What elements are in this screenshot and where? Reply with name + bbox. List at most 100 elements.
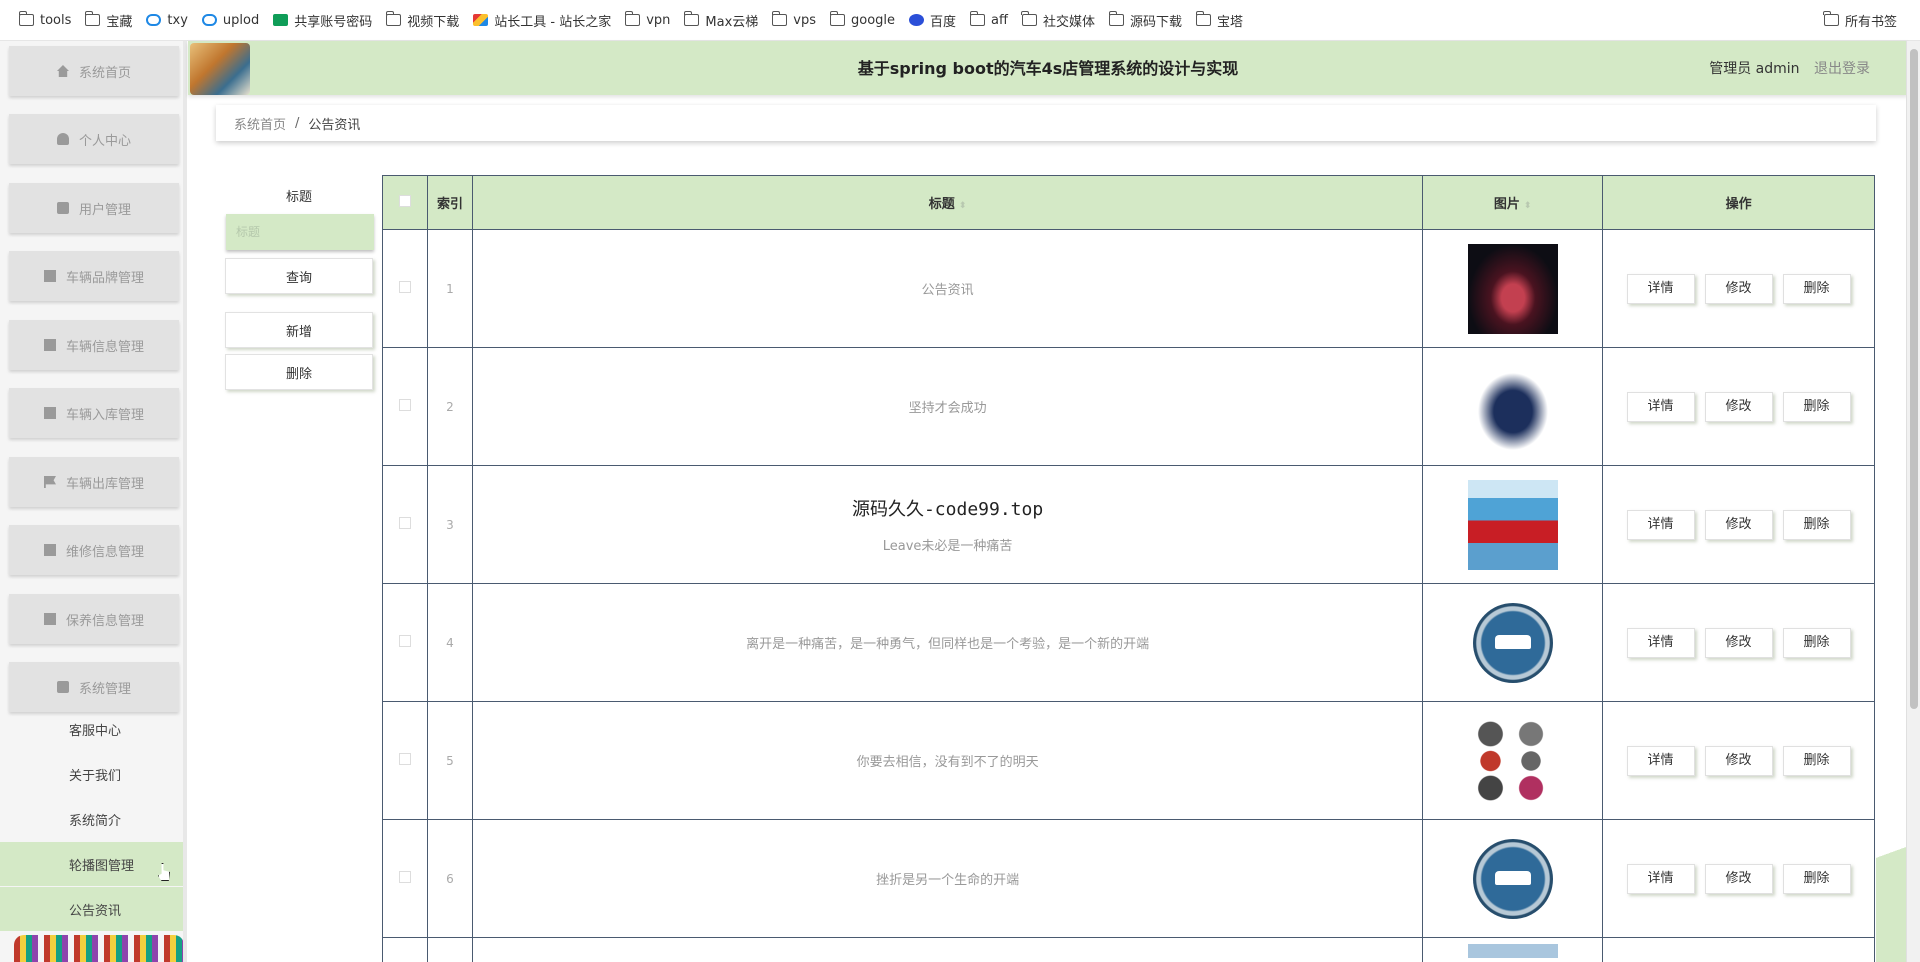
sidebar: 系统首页 个人中心 用户管理 车辆品牌管理 车辆信息管理 车辆入库管理 车辆出库… — [0, 41, 187, 962]
row-checkbox[interactable] — [398, 634, 411, 647]
bookmark-source-download[interactable]: 源码下载 — [1102, 6, 1189, 34]
bookmark-vps[interactable]: vps — [765, 6, 823, 34]
table-row: 1 公告资讯 详情 修改 删除 — [382, 229, 1875, 348]
detail-button[interactable]: 详情 — [1626, 273, 1695, 304]
detail-button[interactable]: 详情 — [1626, 863, 1695, 894]
delete-button[interactable]: 删除 — [1782, 509, 1851, 540]
bookmark-uplod[interactable]: uplod — [195, 6, 266, 34]
row-checkbox[interactable] — [398, 870, 411, 883]
add-button[interactable]: 新增 — [225, 312, 373, 348]
submenu-news[interactable]: 公告资讯 — [0, 887, 186, 931]
sidebar-scrollbar[interactable] — [183, 41, 187, 962]
table-header-row: 索引 标题 ⬍ 图片 ⬍ 操作 — [382, 175, 1875, 230]
bookmark-shared-accounts[interactable]: 共享账号密码 — [266, 6, 379, 34]
row-index: 1 — [426, 229, 473, 348]
news-table: 索引 标题 ⬍ 图片 ⬍ 操作 1 公告资讯 详情 修改 删除 2 坚持才会成功 详情修… — [382, 175, 1875, 962]
row-checkbox[interactable] — [398, 516, 411, 529]
folder-icon — [771, 11, 788, 26]
row-checkbox[interactable] — [398, 398, 411, 411]
header-image[interactable]: 图片 ⬍ — [1422, 175, 1604, 230]
clipboard-icon — [56, 202, 69, 214]
row-checkbox-cell — [382, 583, 428, 702]
edit-button[interactable]: 修改 — [1704, 745, 1773, 776]
menu-system[interactable]: 系统管理 — [9, 662, 179, 712]
bookmark-social-media[interactable]: 社交媒体 — [1015, 6, 1102, 34]
query-button[interactable]: 查询 — [225, 258, 373, 294]
bookmark-vpn[interactable]: vpn — [618, 6, 677, 34]
menu-stock-out[interactable]: 车辆出库管理 — [9, 457, 179, 507]
submenu-customer-service[interactable]: 客服中心 — [0, 707, 186, 751]
page-decoration — [1876, 796, 1906, 962]
detail-button[interactable]: 详情 — [1626, 745, 1695, 776]
delete-button[interactable]: 删除 — [1782, 745, 1851, 776]
delete-button[interactable]: 删除 — [1782, 627, 1851, 658]
bookmark-google[interactable]: google — [823, 6, 902, 34]
edit-button[interactable]: 修改 — [1704, 863, 1773, 894]
menu-users[interactable]: 用户管理 — [9, 183, 179, 233]
edit-button[interactable]: 修改 — [1704, 509, 1773, 540]
submenu-about-us[interactable]: 关于我们 — [0, 752, 186, 796]
submenu-system-intro[interactable]: 系统简介 — [0, 797, 186, 841]
sort-icon[interactable]: ⬍ — [1524, 201, 1532, 211]
bookmark-video-download[interactable]: 视频下载 — [379, 6, 466, 34]
row-image-cell — [1422, 819, 1604, 938]
grid-icon — [43, 270, 56, 282]
delete-button[interactable]: 删除 — [1782, 273, 1851, 304]
page-scrollbar[interactable] — [1906, 41, 1920, 962]
detail-button[interactable]: 详情 — [1626, 509, 1695, 540]
bookmark-max[interactable]: Max云梯 — [677, 6, 765, 34]
bookmark-aff[interactable]: aff — [963, 6, 1015, 34]
menu-brands[interactable]: 车辆品牌管理 — [9, 251, 179, 301]
menu-vehicles[interactable]: 车辆信息管理 — [9, 320, 179, 370]
row-title-cell: 源码久久-code99.top Leave未必是一种痛苦 — [471, 465, 1424, 584]
header-title[interactable]: 标题 ⬍ — [471, 175, 1424, 230]
bookmark-treasure[interactable]: 宝藏 — [78, 6, 139, 34]
menu-repair[interactable]: 维修信息管理 — [9, 525, 179, 575]
edit-button[interactable]: 修改 — [1704, 273, 1773, 304]
folder-icon — [1823, 11, 1839, 26]
delete-button[interactable]: 删除 — [1782, 863, 1851, 894]
title-search-input[interactable] — [226, 214, 374, 250]
folder-icon — [1021, 11, 1037, 26]
detail-button[interactable]: 详情 — [1626, 627, 1695, 658]
car-icon-image — [1472, 602, 1553, 683]
row-checkbox[interactable] — [398, 280, 411, 293]
car-collection-image — [1467, 715, 1558, 806]
row-index: 5 — [426, 701, 473, 820]
menu-profile[interactable]: 个人中心 — [9, 114, 179, 164]
sheet-icon — [273, 14, 289, 26]
scrollbar-thumb[interactable] — [1910, 49, 1918, 709]
user-icon — [56, 133, 69, 145]
all-bookmarks[interactable]: 所有书签 — [1817, 6, 1904, 34]
app-title: 基于spring boot的汽车4s店管理系统的设计与实现 — [857, 59, 1239, 78]
delete-button[interactable]: 删除 — [1782, 391, 1851, 422]
cloud-icon — [146, 14, 162, 26]
watermark-text: 源码久久-code99.top — [851, 499, 1044, 520]
row-ops: 详情 修改 删除 — [1602, 229, 1875, 348]
dark-sports-car-image — [1467, 243, 1558, 334]
grid-icon — [43, 544, 56, 556]
row-image-cell — [1422, 583, 1604, 702]
menu-stock-in[interactable]: 车辆入库管理 — [9, 388, 179, 438]
car-icon-image — [1472, 838, 1553, 919]
logout-link[interactable]: 退出登录 — [1814, 61, 1870, 77]
bookmark-baota[interactable]: 宝塔 — [1189, 6, 1250, 34]
folder-icon — [969, 11, 986, 26]
edit-button[interactable]: 修改 — [1704, 627, 1773, 658]
submenu-carousel[interactable]: 轮播图管理 — [0, 842, 186, 886]
bookmark-baidu[interactable]: 百度 — [902, 6, 963, 34]
edit-button[interactable]: 修改 — [1704, 391, 1773, 422]
row-index: 6 — [426, 819, 473, 938]
row-checkbox[interactable] — [398, 752, 411, 765]
menu-maintenance[interactable]: 保养信息管理 — [9, 594, 179, 644]
detail-button[interactable]: 详情 — [1626, 391, 1695, 422]
menu-home[interactable]: 系统首页 — [9, 46, 179, 96]
row-image-cell — [1422, 701, 1604, 820]
batch-delete-button[interactable]: 删除 — [225, 354, 373, 390]
breadcrumb-home[interactable]: 系统首页 — [234, 114, 286, 133]
sort-icon[interactable]: ⬍ — [959, 201, 967, 211]
bookmark-tools[interactable]: tools — [12, 6, 78, 34]
bookmark-txy[interactable]: txy — [139, 6, 194, 34]
select-all-checkbox[interactable] — [398, 194, 411, 207]
bookmark-webmaster-tools[interactable]: 站长工具 - 站长之家 — [466, 6, 618, 34]
